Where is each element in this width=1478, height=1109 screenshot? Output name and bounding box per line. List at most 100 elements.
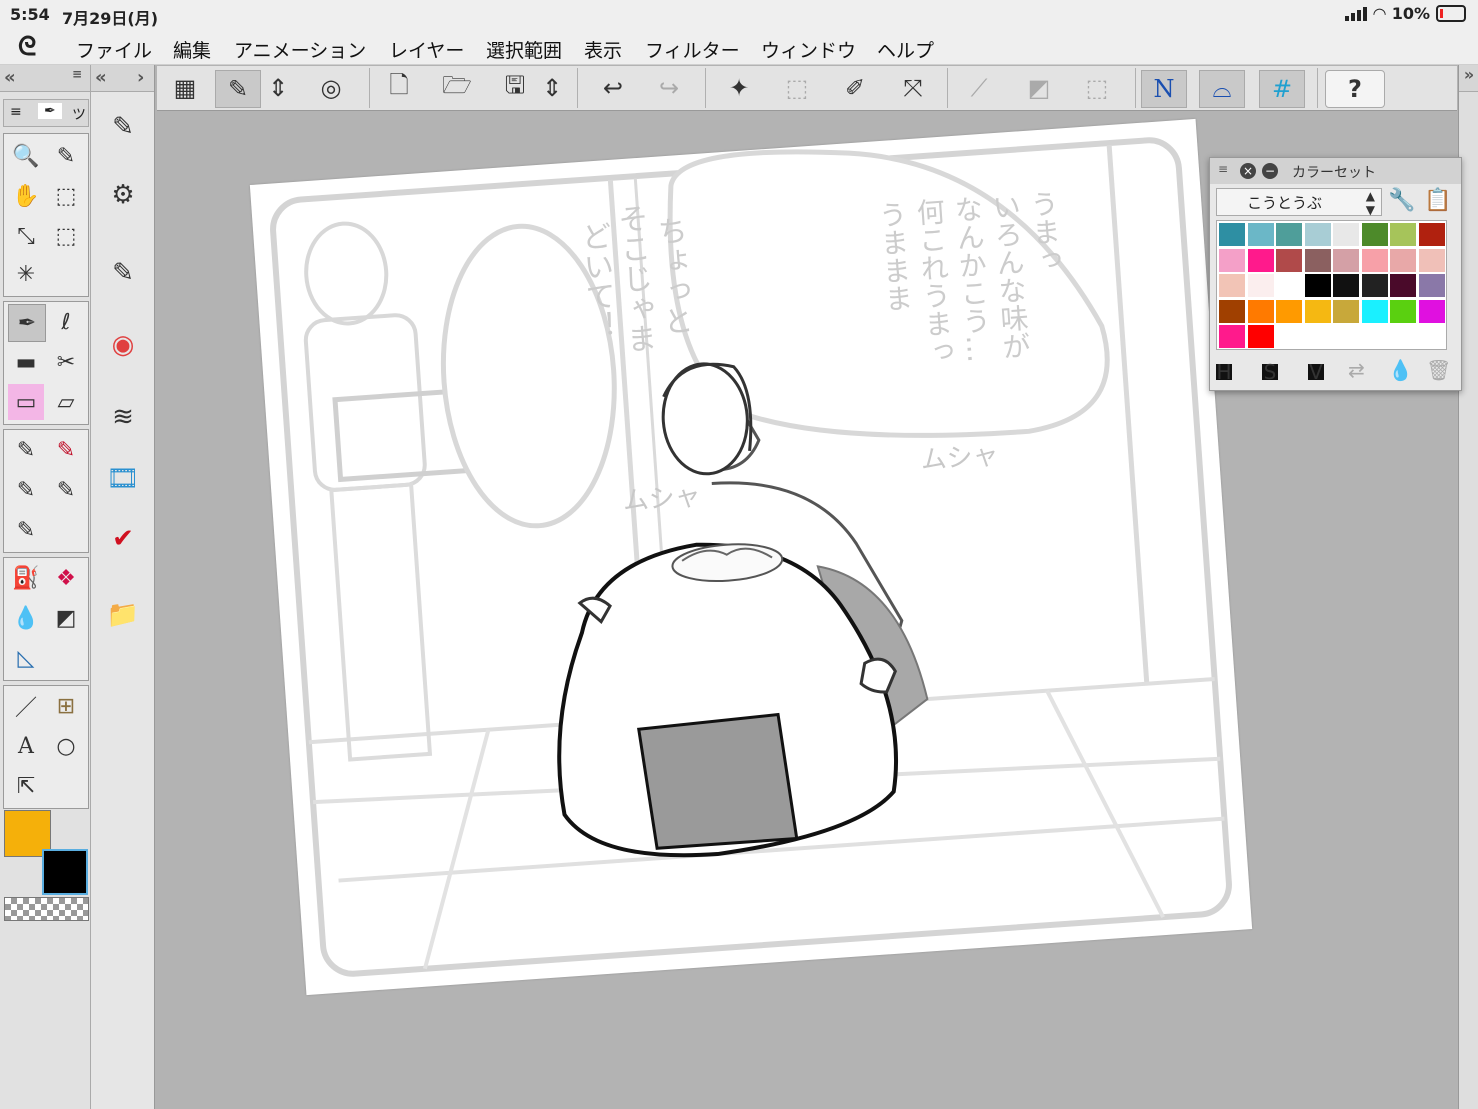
color-swatch[interactable] <box>1332 222 1360 247</box>
menu-layer[interactable]: レイヤー <box>389 36 464 63</box>
menu-edit[interactable]: 編集 <box>173 36 211 63</box>
fine-pen-tool-icon[interactable]: ✎ <box>8 512 44 548</box>
frame-tool-icon[interactable]: ⊞ <box>48 688 84 724</box>
menu-view[interactable]: 表示 <box>584 36 622 63</box>
delete-color-icon[interactable]: 🗑 <box>1426 358 1451 382</box>
transparent-color-swatch[interactable] <box>4 897 89 921</box>
layer-property-icon[interactable]: ✔ <box>101 517 145 561</box>
invert-selection-icon[interactable]: ◩ <box>1017 70 1061 106</box>
color-swatch[interactable] <box>1218 247 1246 273</box>
color-swatch[interactable] <box>1417 298 1446 324</box>
color-swatch[interactable] <box>1360 273 1389 298</box>
panel-close-icon[interactable]: × <box>1240 163 1256 179</box>
color-swatch[interactable] <box>1417 247 1446 273</box>
brush-tool-icon[interactable]: ▬ <box>8 344 44 380</box>
save-options-icon[interactable]: ⇕ <box>537 70 567 106</box>
color-set-select[interactable]: こうとうぶ ▲ ▼ <box>1216 188 1382 217</box>
tab-pen-icon[interactable]: ✒ <box>38 103 62 119</box>
new-file-icon[interactable]: 🗋 <box>377 70 421 106</box>
layout-icon[interactable]: ▦ <box>163 70 207 106</box>
h-toggle[interactable]: H <box>1216 362 1232 382</box>
marker-tool-icon[interactable]: ✎ <box>48 432 84 468</box>
collapse-icon[interactable]: « <box>95 67 107 88</box>
add-color-icon[interactable]: 💧 <box>1388 358 1413 382</box>
selection-tool-icon[interactable]: ⬚ <box>48 218 84 254</box>
color-swatch[interactable] <box>1303 222 1332 247</box>
toggle-icon[interactable]: ⇕ <box>263 70 293 106</box>
pen-tool-icon[interactable]: ✒ <box>8 304 46 342</box>
palette-grip-icon[interactable]: ≡ <box>72 67 82 81</box>
redo-icon[interactable]: ↪ <box>647 70 691 106</box>
auto-select-tool-icon[interactable]: ✳ <box>8 256 44 292</box>
replace-color-icon[interactable]: ⇄ <box>1348 358 1365 382</box>
color-swatch[interactable] <box>1275 247 1303 273</box>
menu-selection[interactable]: 選択範囲 <box>486 36 562 63</box>
color-swatch[interactable] <box>1389 222 1417 247</box>
color-swatch[interactable] <box>1303 298 1332 324</box>
expand-icon[interactable]: › <box>137 67 144 88</box>
move-tool-icon[interactable]: ⤡ <box>8 218 44 254</box>
undo-icon[interactable]: ↩ <box>591 70 635 106</box>
color-swatch[interactable] <box>1246 273 1275 298</box>
color-swatch[interactable] <box>1218 273 1246 298</box>
color-swatch[interactable] <box>1246 298 1275 324</box>
gradient-tool-icon[interactable]: ◩ <box>48 600 84 636</box>
blend-tool-icon[interactable]: ✎ <box>8 432 44 468</box>
text-tool-icon[interactable]: A <box>8 728 44 764</box>
color-swatch[interactable] <box>1246 247 1275 273</box>
color-swatch[interactable] <box>1389 247 1417 273</box>
color-swatch[interactable] <box>1389 273 1417 298</box>
color-swatch[interactable] <box>1246 324 1275 349</box>
watercolor-tool-icon[interactable]: ✎ <box>48 472 84 508</box>
layer-palette-icon[interactable]: ≋ <box>101 395 145 439</box>
pencil-tool-icon[interactable]: ℓ <box>48 304 84 340</box>
collapse-left-icon[interactable]: « <box>4 67 16 88</box>
transform-icon[interactable]: ⤧ <box>891 70 935 106</box>
wrench-icon[interactable]: 🔧 <box>1388 188 1415 213</box>
snap-to-grid-icon[interactable]: # <box>1259 70 1305 108</box>
menu-window[interactable]: ウィンドウ <box>761 36 856 63</box>
tab-subtool[interactable]: ツ <box>72 104 86 124</box>
color-swatch[interactable] <box>1360 247 1389 273</box>
menu-animation[interactable]: アニメーション <box>234 36 366 63</box>
expand-right-icon[interactable]: » <box>1459 65 1478 92</box>
color-swatch[interactable] <box>1332 273 1360 298</box>
object-tool-icon[interactable]: ⬚ <box>48 178 84 214</box>
color-swatch[interactable] <box>1275 273 1303 298</box>
tool-property-icon[interactable]: ⚙ <box>101 173 145 217</box>
color-swatch[interactable] <box>1417 222 1446 247</box>
snap-to-special-ruler-icon[interactable]: ⌓ <box>1199 70 1245 108</box>
menu-file[interactable]: ファイル <box>76 36 152 63</box>
panel-menu-icon[interactable]: ≡ <box>1218 162 1228 176</box>
color-swatch[interactable] <box>1218 222 1246 247</box>
panel-minimize-icon[interactable]: − <box>1262 163 1278 179</box>
color-wheel-icon[interactable]: ◉ <box>101 323 145 367</box>
balloon-tool-icon[interactable]: ○ <box>48 728 84 764</box>
timeline-icon[interactable]: 🎞 <box>101 457 145 501</box>
snap-to-ruler-icon[interactable]: N <box>1141 70 1187 108</box>
deselect-icon[interactable]: ⟋ <box>957 70 1001 106</box>
color-swatch[interactable] <box>1332 298 1360 324</box>
hand-tool-icon[interactable]: ✋ <box>8 178 44 214</box>
eyedropper-tool-icon[interactable]: ✎ <box>48 138 84 174</box>
color-swatch[interactable] <box>1417 273 1446 298</box>
color-swatch[interactable] <box>1303 273 1332 298</box>
brush-size-icon[interactable]: ✎ <box>101 251 145 295</box>
correct-line-tool-icon[interactable]: ⇱ <box>8 768 44 804</box>
color-swatch[interactable] <box>1303 247 1332 273</box>
color-swatch[interactable] <box>1332 247 1360 273</box>
color-swatch[interactable] <box>1275 222 1303 247</box>
clear-icon[interactable]: ✦ <box>717 70 761 106</box>
show-selection-icon[interactable]: ⬚ <box>1075 70 1119 106</box>
clear-outside-icon[interactable]: ⬚ <box>775 70 819 106</box>
color-set-titlebar[interactable]: ≡ × − カラーセット <box>1210 158 1461 184</box>
decoration-tool-icon[interactable]: ▭ <box>8 384 44 420</box>
color-swatch[interactable] <box>1246 222 1275 247</box>
canvas-document[interactable]: ちょっとそこじゃまどいて！ うまっいろんな味がなんかこう…何これうまっうままま … <box>249 118 1253 996</box>
color-swatch[interactable] <box>1360 222 1389 247</box>
line-tool-icon[interactable]: ／ <box>8 688 44 724</box>
sub-color-swatch[interactable] <box>42 849 88 895</box>
tab-menu-icon[interactable]: ≡ <box>10 104 22 120</box>
open-file-icon[interactable]: 🗁 <box>435 70 479 106</box>
help-icon[interactable]: ? <box>1325 70 1385 108</box>
